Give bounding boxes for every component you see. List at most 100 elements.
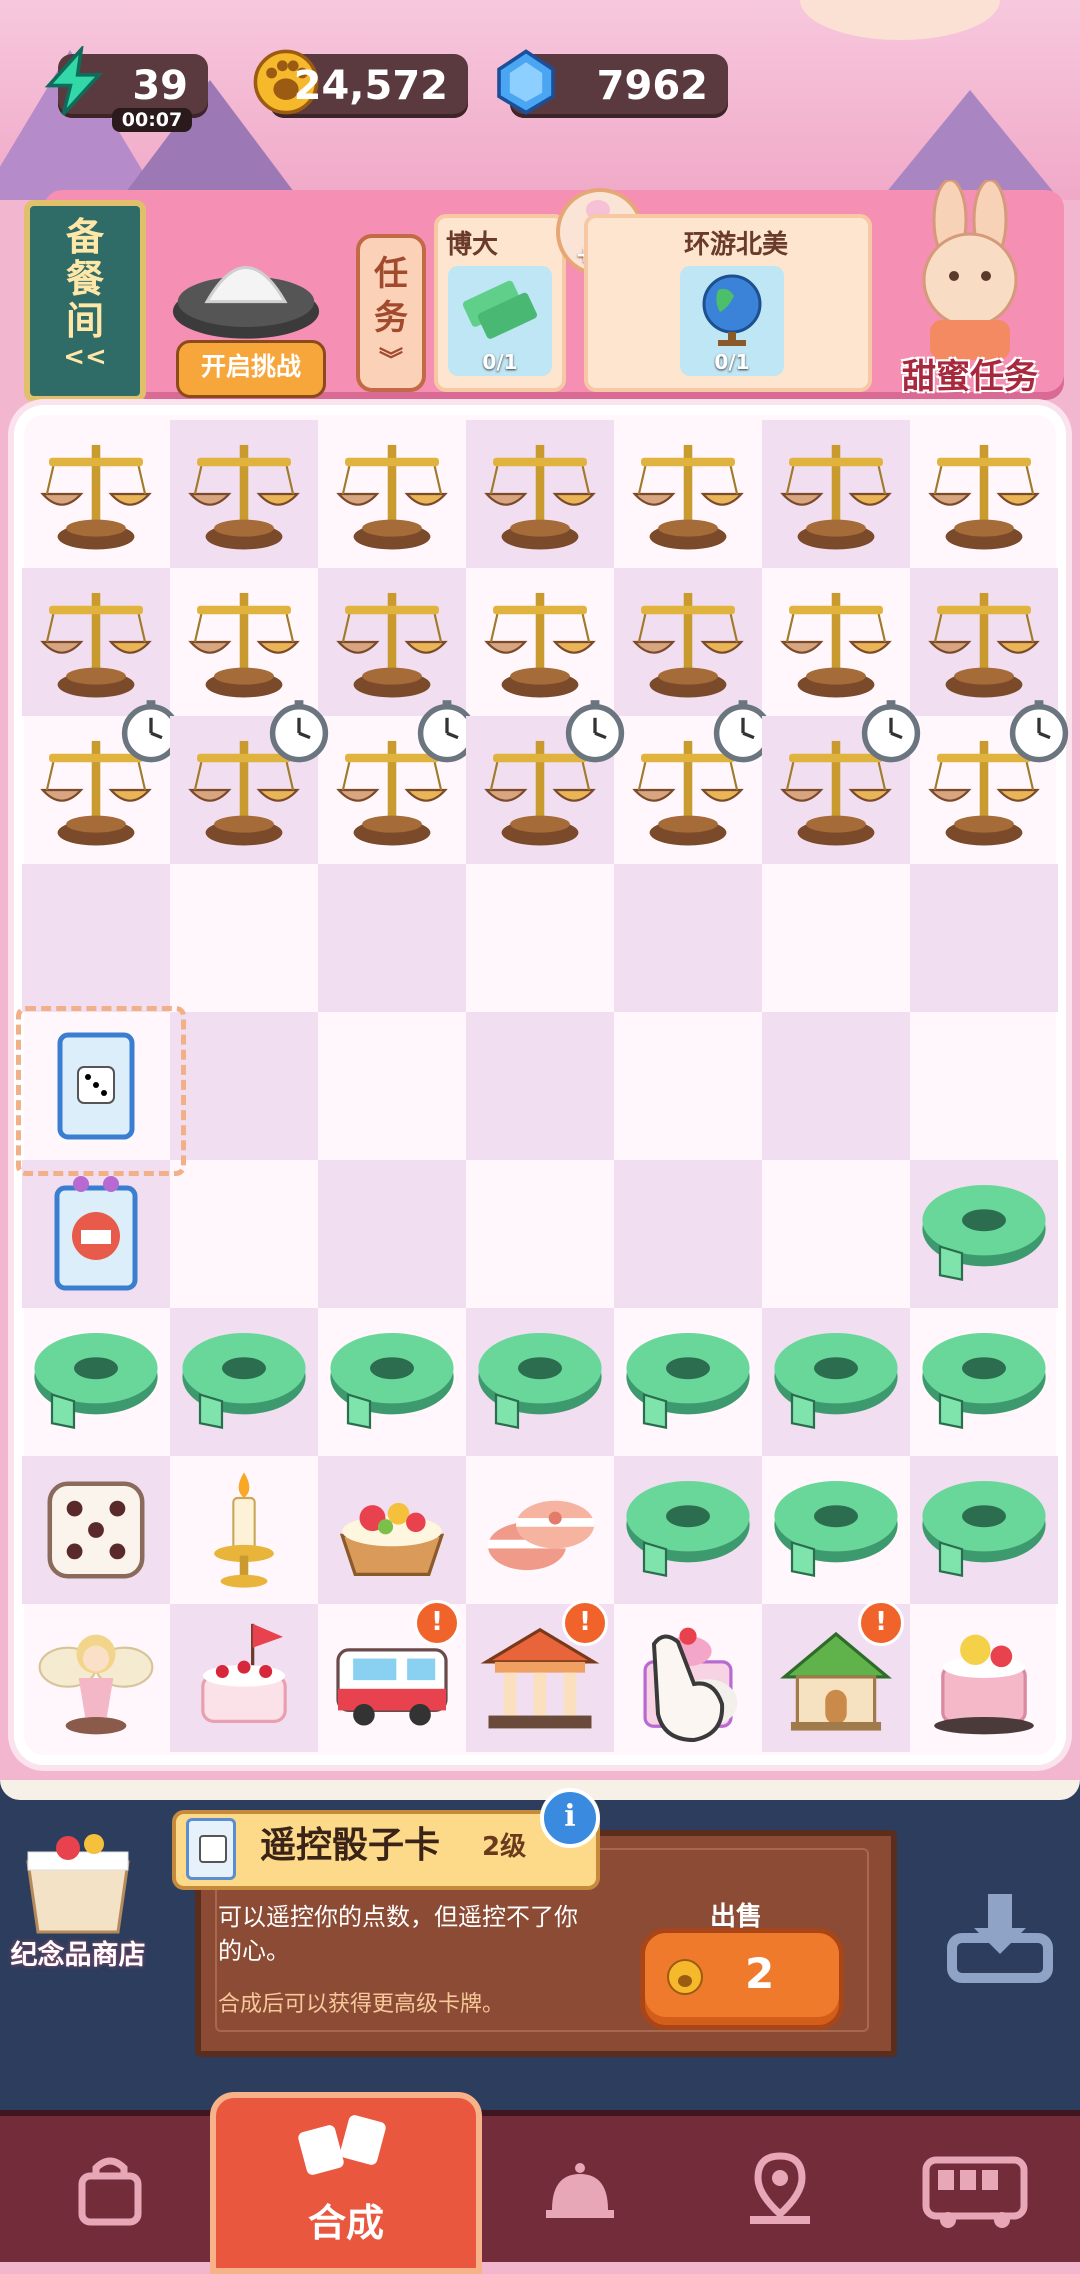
board-cell[interactable]	[170, 420, 318, 568]
board-cell[interactable]: !	[466, 1600, 614, 1752]
board-cell[interactable]	[762, 1308, 910, 1456]
tape-roll-item-icon[interactable]	[910, 1308, 1058, 1456]
food-truck-card-item-icon[interactable]	[22, 1160, 170, 1308]
nav-bus-button[interactable]	[920, 2140, 1070, 2250]
board-cell[interactable]	[910, 1308, 1058, 1456]
board-cell[interactable]	[614, 420, 762, 568]
board-cell[interactable]: !	[762, 1600, 910, 1752]
board-cell[interactable]	[22, 700, 181, 864]
gem-counter[interactable]: 7962	[497, 49, 728, 118]
board-cell[interactable]	[22, 568, 170, 716]
tape-roll-item-icon[interactable]	[466, 1308, 614, 1456]
macaron-item-icon[interactable]	[466, 1456, 614, 1604]
board-cell[interactable]	[466, 568, 614, 716]
candle-item-icon[interactable]	[170, 1456, 318, 1604]
board-cell[interactable]	[318, 1012, 466, 1160]
board-cell[interactable]	[318, 864, 466, 1012]
board-cell[interactable]	[910, 1604, 1058, 1752]
board-cell[interactable]	[318, 1308, 466, 1456]
board-cell[interactable]	[170, 1160, 318, 1308]
scale-item-icon[interactable]	[614, 420, 762, 568]
board-cell[interactable]	[466, 1160, 614, 1308]
tape-roll-item-icon[interactable]	[318, 1308, 466, 1456]
board-cell[interactable]	[762, 1160, 910, 1308]
board-cell[interactable]	[466, 700, 625, 864]
scale-item-icon[interactable]	[466, 420, 614, 568]
challenge-button[interactable]: 开启挑战	[176, 340, 326, 398]
board-cell[interactable]	[170, 700, 329, 864]
board-cell[interactable]	[466, 1012, 614, 1160]
sweet-tasks-button[interactable]: 甜蜜任务	[880, 178, 1060, 400]
board-cell[interactable]	[762, 1012, 910, 1160]
scale-item-icon[interactable]	[910, 568, 1058, 716]
board-cell[interactable]	[614, 1012, 762, 1160]
scale-item-icon[interactable]	[614, 568, 762, 716]
board-cell[interactable]	[910, 864, 1058, 1012]
nav-service-bell-button[interactable]	[530, 2140, 680, 2250]
task-card[interactable]: 环游北美 0/1	[584, 214, 872, 392]
tape-roll-item-icon[interactable]	[614, 1308, 762, 1456]
board-cell[interactable]	[318, 700, 477, 864]
board-cell[interactable]	[762, 864, 910, 1012]
task-tab[interactable]: 任务 ︾	[356, 234, 426, 392]
board-cell[interactable]	[318, 1456, 466, 1604]
board-cell[interactable]	[466, 864, 614, 1012]
board-cell[interactable]	[614, 1308, 762, 1456]
board-cell[interactable]	[614, 568, 762, 716]
board-cell[interactable]	[910, 568, 1058, 716]
board-cell[interactable]	[318, 420, 466, 568]
tape-roll-item-icon[interactable]	[910, 1456, 1058, 1604]
board-cell[interactable]	[910, 1456, 1058, 1604]
board-cell[interactable]	[318, 568, 466, 716]
store-button[interactable]	[940, 1888, 1060, 1988]
board-cell[interactable]	[170, 864, 318, 1012]
scale-item-icon[interactable]	[910, 420, 1058, 568]
nav-merge-tab[interactable]: 合成	[210, 2092, 482, 2274]
info-icon[interactable]: i	[540, 1788, 600, 1848]
scale-item-icon[interactable]	[466, 568, 614, 716]
board-cell[interactable]	[318, 1160, 466, 1308]
board-cell[interactable]	[170, 1456, 318, 1604]
board-cell[interactable]	[22, 1160, 170, 1308]
scale-item-icon[interactable]	[22, 568, 170, 716]
tape-roll-item-icon[interactable]	[22, 1308, 170, 1456]
scale-item-icon[interactable]	[170, 420, 318, 568]
scale-item-icon[interactable]	[762, 568, 910, 716]
board-cell[interactable]	[762, 700, 921, 864]
board-cell[interactable]	[614, 1456, 762, 1604]
nav-shopping-bag-button[interactable]	[60, 2140, 210, 2250]
board-cell[interactable]	[910, 1012, 1058, 1160]
scale-item-icon[interactable]	[318, 420, 466, 568]
coin-counter[interactable]: 24,572	[253, 49, 468, 118]
board-cell[interactable]	[22, 1604, 170, 1752]
board-cell[interactable]	[614, 700, 773, 864]
tape-roll-item-icon[interactable]	[170, 1308, 318, 1456]
tape-roll-item-icon[interactable]	[910, 1160, 1058, 1308]
board-cell[interactable]	[466, 1456, 614, 1604]
fruit-tart-item-icon[interactable]	[318, 1456, 466, 1604]
board-cell[interactable]	[762, 1456, 910, 1604]
scale-item-icon[interactable]	[170, 568, 318, 716]
board-cell[interactable]	[170, 1012, 318, 1160]
board-cell[interactable]	[762, 568, 910, 716]
tape-roll-item-icon[interactable]	[762, 1308, 910, 1456]
board-cell[interactable]	[170, 1604, 318, 1752]
souvenir-shop-button[interactable]: 纪念品商店	[8, 1822, 148, 1992]
board-cell[interactable]	[22, 420, 170, 568]
board-cell[interactable]	[22, 1456, 170, 1604]
sell-button[interactable]: 2	[640, 1928, 844, 2030]
layer-cake-item-icon[interactable]	[910, 1604, 1058, 1752]
board-cell[interactable]	[614, 1160, 762, 1308]
board-cell[interactable]	[762, 420, 910, 568]
board-cell[interactable]	[910, 1160, 1058, 1308]
board-cell[interactable]	[910, 700, 1069, 864]
kitchen-button[interactable]: 备餐间 <<	[24, 200, 146, 402]
tape-roll-item-icon[interactable]	[614, 1456, 762, 1604]
cherry-cake-item-icon[interactable]	[170, 1604, 318, 1752]
board-cell[interactable]	[170, 568, 318, 716]
board-cell[interactable]	[614, 864, 762, 1012]
fairy-item-icon[interactable]	[22, 1604, 170, 1752]
board-cell[interactable]	[466, 1308, 614, 1456]
nav-map-button[interactable]	[730, 2140, 880, 2250]
board-cell[interactable]: !	[318, 1600, 466, 1752]
